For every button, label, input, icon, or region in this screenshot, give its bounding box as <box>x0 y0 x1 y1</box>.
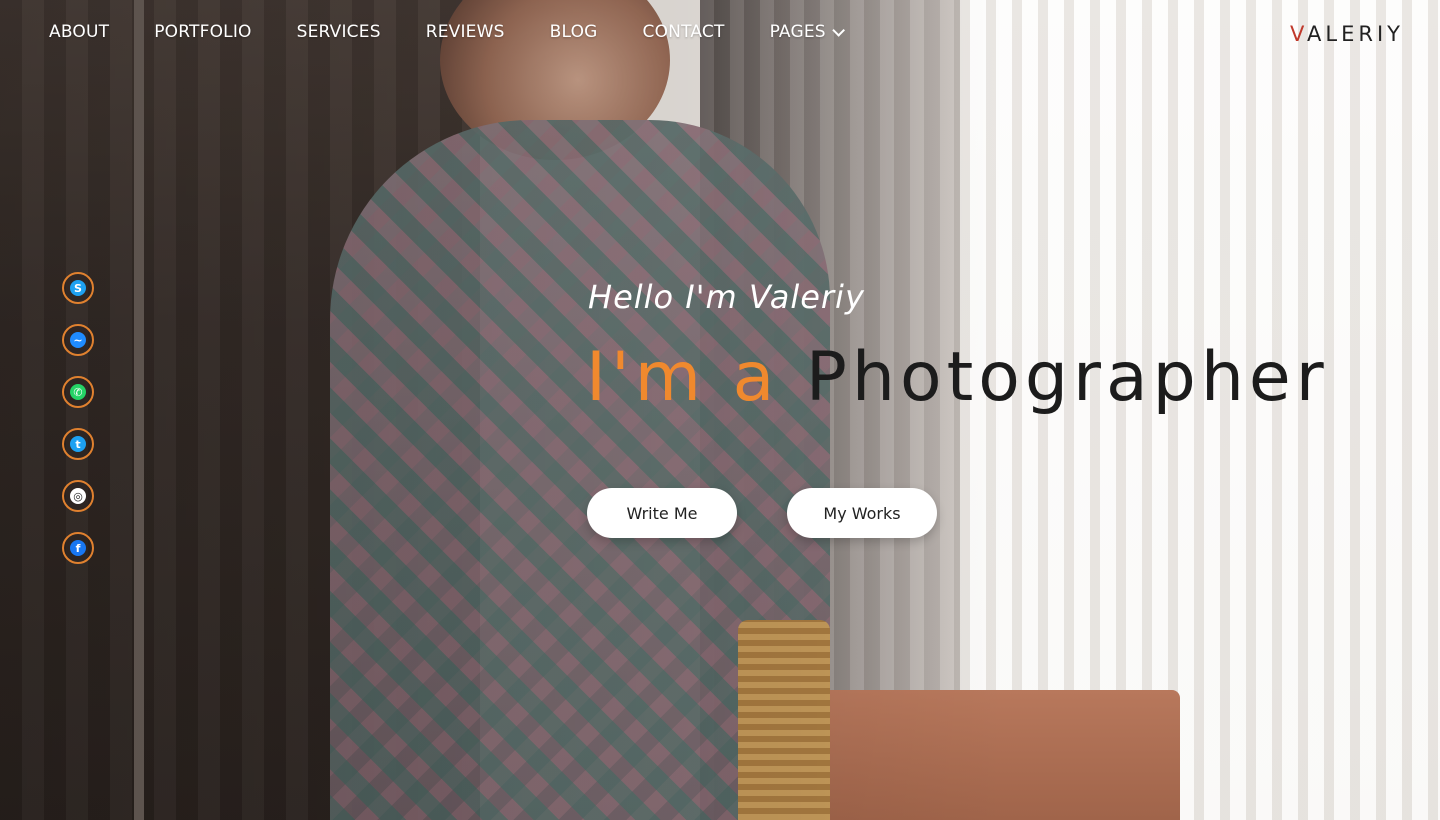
social-links: S ~ ✆ t ◎ f <box>62 272 94 564</box>
nav-item-about[interactable]: ABOUT <box>49 22 109 42</box>
instagram-icon: ◎ <box>70 488 86 504</box>
nav-item-pages[interactable]: PAGES <box>769 22 845 42</box>
logo-initial: V <box>1290 22 1308 46</box>
nav-item-services[interactable]: SERVICES <box>297 22 381 42</box>
hero-section: ABOUT PORTFOLIO SERVICES REVIEWS BLOG CO… <box>0 0 1440 820</box>
nav-item-contact[interactable]: CONTACT <box>643 22 725 42</box>
messenger-button[interactable]: ~ <box>62 324 94 356</box>
nav-item-reviews[interactable]: REVIEWS <box>426 22 505 42</box>
whatsapp-button[interactable]: ✆ <box>62 376 94 408</box>
main-nav: ABOUT PORTFOLIO SERVICES REVIEWS BLOG CO… <box>49 22 845 42</box>
facebook-icon: f <box>70 540 86 556</box>
nav-item-portfolio[interactable]: PORTFOLIO <box>154 22 251 42</box>
skype-icon: S <box>70 280 86 296</box>
headline-accent: I'm a <box>586 338 806 417</box>
nav-label: REVIEWS <box>425 22 505 42</box>
my-works-button[interactable]: My Works <box>787 488 937 538</box>
twitter-icon: t <box>70 436 86 452</box>
site-logo[interactable]: VALERIY <box>1290 22 1404 46</box>
messenger-icon: ~ <box>70 332 86 348</box>
nav-item-blog[interactable]: BLOG <box>550 22 598 42</box>
write-me-button[interactable]: Write Me <box>587 488 737 538</box>
nav-label: PORTFOLIO <box>154 22 252 42</box>
facebook-button[interactable]: f <box>62 532 94 564</box>
nav-label: SERVICES <box>296 22 381 42</box>
twitter-button[interactable]: t <box>62 428 94 460</box>
nav-label: CONTACT <box>642 22 725 42</box>
instagram-button[interactable]: ◎ <box>62 480 94 512</box>
whatsapp-icon: ✆ <box>70 384 86 400</box>
headline-main: Photographer <box>805 338 1329 417</box>
nav-label: BLOG <box>549 22 598 42</box>
hero-headline: I'm a Photographer <box>586 338 1329 417</box>
nav-label: ABOUT <box>49 22 110 42</box>
logo-rest: ALERIY <box>1307 22 1404 46</box>
nav-label: PAGES <box>769 22 826 42</box>
skype-button[interactable]: S <box>62 272 94 304</box>
hero-greeting: Hello I'm Valeriy <box>588 278 865 316</box>
